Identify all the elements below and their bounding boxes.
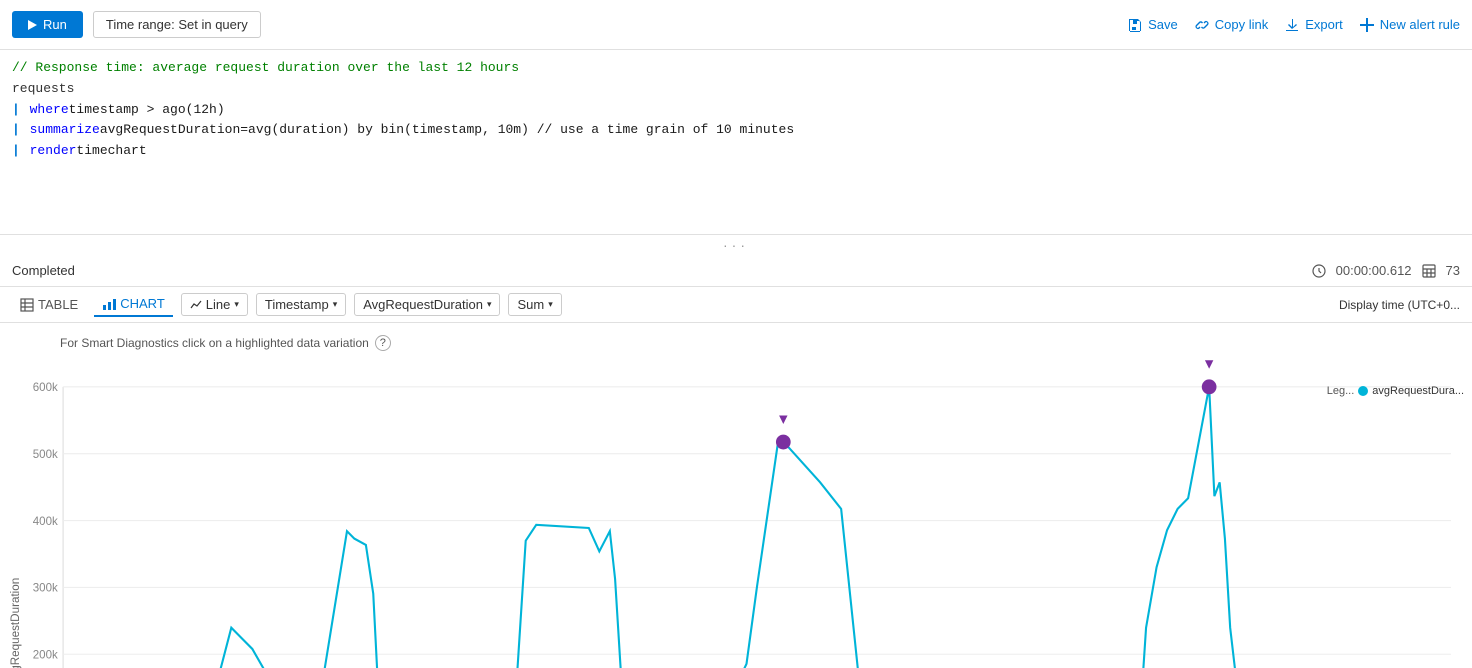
save-icon <box>1127 17 1143 33</box>
svg-text:600k: 600k <box>33 381 58 394</box>
chart-toolbar: TABLE CHART Line ▾ Timestamp ▾ AvgReques… <box>0 287 1472 323</box>
new-alert-button[interactable]: New alert rule <box>1359 17 1460 33</box>
render-rest: timechart <box>76 141 146 162</box>
query-comment: // Response time: average request durati… <box>12 58 519 79</box>
render-keyword: render <box>30 141 77 162</box>
query-line3: | summarize avgRequestDuration=avg(durat… <box>12 120 1460 141</box>
where-keyword: where <box>30 100 69 121</box>
line-chevron: ▾ <box>234 299 239 310</box>
query-comment-line: // Response time: average request durati… <box>12 58 1460 79</box>
svg-text:500k: 500k <box>33 448 58 461</box>
sum-dropdown[interactable]: Sum ▾ <box>508 293 561 316</box>
smart-diag-bar: For Smart Diagnostics click on a highlig… <box>0 331 1472 355</box>
legend-dot <box>1358 386 1368 396</box>
export-label: Export <box>1305 17 1343 32</box>
sum-chevron: ▾ <box>548 299 553 310</box>
svg-text:200k: 200k <box>33 648 58 661</box>
copy-link-button[interactable]: Copy link <box>1194 17 1268 33</box>
line-dropdown[interactable]: Line ▾ <box>181 293 248 316</box>
chart-line[interactable] <box>63 387 1451 668</box>
toolbar: Run Time range: Set in query Save Copy l… <box>0 0 1472 50</box>
legend-label: avgRequestDura... <box>1372 385 1464 397</box>
summarize-rest: avgRequestDuration=avg(duration) by bin(… <box>100 120 794 141</box>
display-time: Display time (UTC+0... <box>1339 298 1460 312</box>
timestamp-chevron: ▾ <box>333 299 338 310</box>
link-icon <box>1194 17 1210 33</box>
rows-icon <box>1422 264 1436 278</box>
anomaly-dot-2[interactable] <box>776 435 791 450</box>
run-button[interactable]: Run <box>12 11 83 38</box>
time-range-label: Time range: Set in query <box>106 17 248 32</box>
pipe-2: | <box>12 120 28 141</box>
query-editor[interactable]: // Response time: average request durati… <box>0 50 1472 235</box>
svg-text:300k: 300k <box>33 582 58 595</box>
anomaly-down-arrow-3 <box>1205 360 1213 368</box>
pipe-1: | <box>12 100 28 121</box>
save-label: Save <box>1148 17 1178 32</box>
results-meta: 00:00:00.612 73 <box>1312 263 1460 278</box>
summarize-keyword: summarize <box>30 120 100 141</box>
chart-tab[interactable]: CHART <box>94 292 173 317</box>
avg-chevron: ▾ <box>487 299 492 310</box>
main-content: // Response time: average request durati… <box>0 50 1472 668</box>
where-rest: timestamp > ago(12h) <box>69 100 225 121</box>
anomaly-down-arrow-2 <box>779 415 787 423</box>
status-text: Completed <box>12 263 75 278</box>
copy-link-label: Copy link <box>1215 17 1268 32</box>
run-label: Run <box>43 17 67 32</box>
chart-svg[interactable]: avgRequestDuration 600k 500k 400k 300k 2… <box>0 355 1472 668</box>
new-alert-label: New alert rule <box>1380 17 1460 32</box>
chart-legend: Leg... avgRequestDura... <box>1327 385 1464 397</box>
anomaly-dot-3[interactable] <box>1202 379 1217 394</box>
timestamp-label: Timestamp <box>265 297 329 312</box>
query-table: requests <box>12 79 74 100</box>
help-icon[interactable]: ? <box>375 335 391 351</box>
chart-icon <box>102 297 116 311</box>
row-count-value: 73 <box>1446 263 1460 278</box>
clock-icon <box>1312 264 1326 278</box>
smart-diag-text: For Smart Diagnostics click on a highlig… <box>60 336 369 350</box>
line-icon <box>190 299 202 311</box>
sum-label: Sum <box>517 297 544 312</box>
pipe-3: | <box>12 141 28 162</box>
save-button[interactable]: Save <box>1127 17 1178 33</box>
toolbar-actions: Save Copy link Export New alert rule <box>1127 17 1460 33</box>
results-bar: Completed 00:00:00.612 73 <box>0 255 1472 287</box>
svg-text:avgRequestDuration: avgRequestDuration <box>9 578 22 668</box>
play-icon <box>28 20 37 30</box>
avg-dropdown[interactable]: AvgRequestDuration ▾ <box>354 293 500 316</box>
time-range-button[interactable]: Time range: Set in query <box>93 11 261 38</box>
chart-tab-label: CHART <box>120 296 165 311</box>
table-tab[interactable]: TABLE <box>12 293 86 316</box>
export-button[interactable]: Export <box>1284 17 1343 33</box>
query-line4: | render timechart <box>12 141 1460 162</box>
svg-text:400k: 400k <box>33 515 58 528</box>
table-icon <box>20 298 34 312</box>
plus-icon <box>1359 17 1375 33</box>
table-tab-label: TABLE <box>38 297 78 312</box>
line-label: Line <box>206 297 231 312</box>
avg-label: AvgRequestDuration <box>363 297 483 312</box>
duration-value: 00:00:00.612 <box>1336 263 1412 278</box>
query-line2: | where timestamp > ago(12h) <box>12 100 1460 121</box>
timestamp-dropdown[interactable]: Timestamp ▾ <box>256 293 346 316</box>
export-icon <box>1284 17 1300 33</box>
chart-area: For Smart Diagnostics click on a highlig… <box>0 323 1472 668</box>
chart-container[interactable]: Leg... avgRequestDura... avgRequestDurat… <box>0 355 1472 668</box>
resize-handle[interactable]: ··· <box>0 235 1472 255</box>
query-line1: requests <box>12 79 1460 100</box>
